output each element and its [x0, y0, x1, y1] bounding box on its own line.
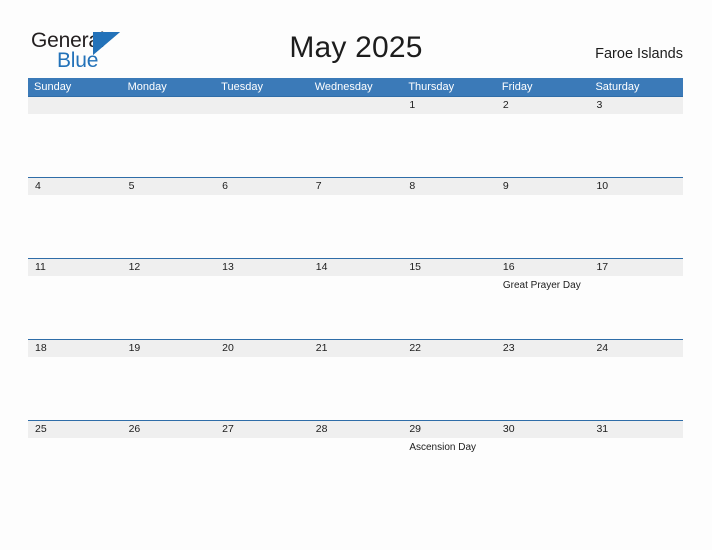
- day-number[interactable]: 18: [28, 340, 122, 357]
- day-number[interactable]: 22: [402, 340, 496, 357]
- day-number[interactable]: 13: [215, 259, 309, 276]
- region-label: Faroe Islands: [595, 46, 683, 62]
- week-event-band: [28, 357, 683, 421]
- day-cell[interactable]: [496, 357, 590, 421]
- day-number[interactable]: 8: [402, 178, 496, 195]
- weekday-header-monday: Monday: [127, 81, 167, 93]
- week-event-band: [28, 114, 683, 178]
- calendar-page: General Blue May 2025 Faroe Islands Sund…: [0, 0, 712, 550]
- day-cell[interactable]: [589, 114, 683, 178]
- day-number[interactable]: 28: [309, 421, 403, 438]
- day-number[interactable]: 24: [589, 340, 683, 357]
- weekday-header-tuesday: Tuesday: [221, 81, 263, 93]
- day-number[interactable]: 29: [402, 421, 496, 438]
- day-cell[interactable]: [589, 357, 683, 421]
- day-cell[interactable]: [122, 114, 216, 178]
- day-number[interactable]: 31: [589, 421, 683, 438]
- weekday-header-friday: Friday: [501, 81, 533, 93]
- day-cell[interactable]: [122, 195, 216, 259]
- week-event-band: Great Prayer Day: [28, 276, 683, 340]
- week-date-band: 4 5 6 7 8 9 10: [28, 178, 683, 195]
- week-event-band: Ascension Day: [28, 438, 683, 502]
- day-cell[interactable]: [309, 357, 403, 421]
- day-number[interactable]: 6: [215, 178, 309, 195]
- day-cell[interactable]: [589, 276, 683, 340]
- day-cell[interactable]: [402, 114, 496, 178]
- day-number[interactable]: 27: [215, 421, 309, 438]
- day-number[interactable]: 10: [589, 178, 683, 195]
- day-cell[interactable]: [28, 276, 122, 340]
- day-cell[interactable]: [589, 195, 683, 259]
- day-number[interactable]: 12: [122, 259, 216, 276]
- day-cell[interactable]: [215, 357, 309, 421]
- day-cell[interactable]: [496, 438, 590, 502]
- day-number[interactable]: 7: [309, 178, 403, 195]
- weekday-header-thursday: Thursday: [408, 81, 455, 93]
- day-cell[interactable]: [215, 438, 309, 502]
- day-cell[interactable]: [589, 438, 683, 502]
- day-cell[interactable]: [215, 195, 309, 259]
- weekday-header-sunday: Sunday: [34, 81, 72, 93]
- day-number[interactable]: 2: [496, 97, 590, 114]
- day-number[interactable]: 30: [496, 421, 590, 438]
- day-number[interactable]: [122, 97, 216, 114]
- day-cell[interactable]: [215, 114, 309, 178]
- week-date-band: 11 12 13 14 15 16 17: [28, 259, 683, 276]
- day-number[interactable]: [215, 97, 309, 114]
- day-number[interactable]: 4: [28, 178, 122, 195]
- day-cell[interactable]: [309, 114, 403, 178]
- day-number[interactable]: 5: [122, 178, 216, 195]
- day-number[interactable]: 21: [309, 340, 403, 357]
- day-number[interactable]: [309, 97, 403, 114]
- weekday-header-wednesday: Wednesday: [314, 81, 373, 93]
- day-cell[interactable]: [309, 276, 403, 340]
- week-date-band: 25 26 27 28 29 30 31: [28, 421, 683, 438]
- day-number[interactable]: 17: [589, 259, 683, 276]
- week-row: 4 5 6 7 8 9 10: [28, 177, 683, 258]
- day-number[interactable]: 20: [215, 340, 309, 357]
- day-number[interactable]: 11: [28, 259, 122, 276]
- week-date-band: 1 2 3: [28, 97, 683, 114]
- week-row: 1 2 3: [28, 96, 683, 177]
- day-number[interactable]: 23: [496, 340, 590, 357]
- day-event-label: Ascension Day: [409, 442, 477, 453]
- day-cell[interactable]: [215, 276, 309, 340]
- day-cell[interactable]: [402, 276, 496, 340]
- calendar-grid: Sunday Monday Tuesday Wednesday Thursday…: [28, 78, 683, 501]
- day-cell[interactable]: [28, 195, 122, 259]
- day-number[interactable]: 26: [122, 421, 216, 438]
- day-cell[interactable]: Great Prayer Day: [496, 276, 590, 340]
- day-cell[interactable]: [122, 357, 216, 421]
- day-number[interactable]: 14: [309, 259, 403, 276]
- day-cell[interactable]: [309, 438, 403, 502]
- day-cell[interactable]: [28, 357, 122, 421]
- week-row: 25 26 27 28 29 30 31 Ascension Day: [28, 420, 683, 501]
- weekday-header-row: Sunday Monday Tuesday Wednesday Thursday…: [28, 78, 683, 96]
- weekday-header-saturday: Saturday: [595, 81, 640, 93]
- day-number[interactable]: 9: [496, 178, 590, 195]
- week-date-band: 18 19 20 21 22 23 24: [28, 340, 683, 357]
- day-number[interactable]: 3: [589, 97, 683, 114]
- day-number[interactable]: 19: [122, 340, 216, 357]
- day-cell[interactable]: [496, 195, 590, 259]
- day-cell[interactable]: [496, 114, 590, 178]
- page-header: General Blue May 2025 Faroe Islands: [0, 0, 712, 78]
- week-row: 18 19 20 21 22 23 24: [28, 339, 683, 420]
- day-cell[interactable]: [122, 276, 216, 340]
- day-cell[interactable]: [402, 195, 496, 259]
- day-cell[interactable]: [28, 438, 122, 502]
- day-cell[interactable]: [309, 195, 403, 259]
- day-number[interactable]: 25: [28, 421, 122, 438]
- day-event-label: Great Prayer Day: [502, 280, 581, 291]
- day-cell[interactable]: Ascension Day: [402, 438, 496, 502]
- day-number[interactable]: 1: [402, 97, 496, 114]
- day-cell[interactable]: [28, 114, 122, 178]
- week-event-band: [28, 195, 683, 259]
- day-number[interactable]: 15: [402, 259, 496, 276]
- week-row: 11 12 13 14 15 16 17 Great Prayer Day: [28, 258, 683, 339]
- day-number[interactable]: 16: [496, 259, 590, 276]
- day-cell[interactable]: [122, 438, 216, 502]
- day-cell[interactable]: [402, 357, 496, 421]
- day-number[interactable]: [28, 97, 122, 114]
